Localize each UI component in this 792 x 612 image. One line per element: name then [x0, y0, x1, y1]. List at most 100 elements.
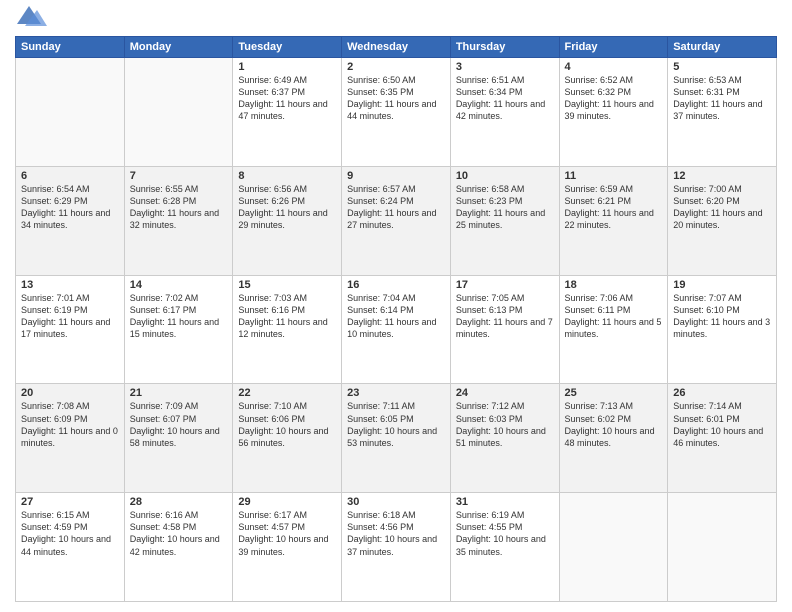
day-cell: 22Sunrise: 7:10 AM Sunset: 6:06 PM Dayli…	[233, 384, 342, 493]
calendar-table: SundayMondayTuesdayWednesdayThursdayFrid…	[15, 36, 777, 602]
day-cell: 11Sunrise: 6:59 AM Sunset: 6:21 PM Dayli…	[559, 166, 668, 275]
day-cell: 31Sunrise: 6:19 AM Sunset: 4:55 PM Dayli…	[450, 493, 559, 602]
day-number: 16	[347, 279, 445, 291]
day-number: 19	[673, 279, 771, 291]
day-info: Sunrise: 6:53 AM Sunset: 6:31 PM Dayligh…	[673, 74, 771, 123]
day-info: Sunrise: 7:14 AM Sunset: 6:01 PM Dayligh…	[673, 400, 771, 449]
day-number: 27	[21, 496, 119, 508]
weekday-header-saturday: Saturday	[668, 37, 777, 58]
day-number: 30	[347, 496, 445, 508]
day-cell: 20Sunrise: 7:08 AM Sunset: 6:09 PM Dayli…	[16, 384, 125, 493]
day-cell: 27Sunrise: 6:15 AM Sunset: 4:59 PM Dayli…	[16, 493, 125, 602]
day-info: Sunrise: 6:50 AM Sunset: 6:35 PM Dayligh…	[347, 74, 445, 123]
day-info: Sunrise: 6:57 AM Sunset: 6:24 PM Dayligh…	[347, 183, 445, 232]
day-number: 10	[456, 170, 554, 182]
day-info: Sunrise: 7:02 AM Sunset: 6:17 PM Dayligh…	[130, 292, 228, 341]
day-info: Sunrise: 7:10 AM Sunset: 6:06 PM Dayligh…	[238, 400, 336, 449]
day-cell	[668, 493, 777, 602]
weekday-header-friday: Friday	[559, 37, 668, 58]
day-info: Sunrise: 6:15 AM Sunset: 4:59 PM Dayligh…	[21, 509, 119, 558]
week-row-2: 6Sunrise: 6:54 AM Sunset: 6:29 PM Daylig…	[16, 166, 777, 275]
day-info: Sunrise: 6:58 AM Sunset: 6:23 PM Dayligh…	[456, 183, 554, 232]
day-info: Sunrise: 6:19 AM Sunset: 4:55 PM Dayligh…	[456, 509, 554, 558]
day-number: 11	[565, 170, 663, 182]
day-number: 23	[347, 387, 445, 399]
week-row-1: 1Sunrise: 6:49 AM Sunset: 6:37 PM Daylig…	[16, 58, 777, 167]
day-cell	[124, 58, 233, 167]
day-number: 9	[347, 170, 445, 182]
day-number: 24	[456, 387, 554, 399]
day-info: Sunrise: 6:16 AM Sunset: 4:58 PM Dayligh…	[130, 509, 228, 558]
day-info: Sunrise: 7:06 AM Sunset: 6:11 PM Dayligh…	[565, 292, 663, 341]
day-cell: 8Sunrise: 6:56 AM Sunset: 6:26 PM Daylig…	[233, 166, 342, 275]
day-cell: 18Sunrise: 7:06 AM Sunset: 6:11 PM Dayli…	[559, 275, 668, 384]
day-number: 6	[21, 170, 119, 182]
day-cell: 28Sunrise: 6:16 AM Sunset: 4:58 PM Dayli…	[124, 493, 233, 602]
day-number: 4	[565, 61, 663, 73]
day-number: 31	[456, 496, 554, 508]
day-cell: 7Sunrise: 6:55 AM Sunset: 6:28 PM Daylig…	[124, 166, 233, 275]
day-number: 5	[673, 61, 771, 73]
day-cell: 3Sunrise: 6:51 AM Sunset: 6:34 PM Daylig…	[450, 58, 559, 167]
day-number: 25	[565, 387, 663, 399]
day-info: Sunrise: 7:13 AM Sunset: 6:02 PM Dayligh…	[565, 400, 663, 449]
day-cell: 2Sunrise: 6:50 AM Sunset: 6:35 PM Daylig…	[342, 58, 451, 167]
day-cell	[16, 58, 125, 167]
day-cell: 25Sunrise: 7:13 AM Sunset: 6:02 PM Dayli…	[559, 384, 668, 493]
day-cell: 21Sunrise: 7:09 AM Sunset: 6:07 PM Dayli…	[124, 384, 233, 493]
weekday-header-monday: Monday	[124, 37, 233, 58]
day-number: 28	[130, 496, 228, 508]
day-cell: 16Sunrise: 7:04 AM Sunset: 6:14 PM Dayli…	[342, 275, 451, 384]
day-number: 29	[238, 496, 336, 508]
week-row-4: 20Sunrise: 7:08 AM Sunset: 6:09 PM Dayli…	[16, 384, 777, 493]
day-cell: 17Sunrise: 7:05 AM Sunset: 6:13 PM Dayli…	[450, 275, 559, 384]
day-info: Sunrise: 6:52 AM Sunset: 6:32 PM Dayligh…	[565, 74, 663, 123]
day-info: Sunrise: 6:56 AM Sunset: 6:26 PM Dayligh…	[238, 183, 336, 232]
logo	[15, 10, 47, 28]
day-number: 13	[21, 279, 119, 291]
logo-icon	[17, 6, 47, 28]
day-info: Sunrise: 6:55 AM Sunset: 6:28 PM Dayligh…	[130, 183, 228, 232]
day-number: 12	[673, 170, 771, 182]
weekday-header-thursday: Thursday	[450, 37, 559, 58]
day-cell: 30Sunrise: 6:18 AM Sunset: 4:56 PM Dayli…	[342, 493, 451, 602]
header	[15, 10, 777, 28]
week-row-5: 27Sunrise: 6:15 AM Sunset: 4:59 PM Dayli…	[16, 493, 777, 602]
day-number: 7	[130, 170, 228, 182]
weekday-header-sunday: Sunday	[16, 37, 125, 58]
day-info: Sunrise: 6:51 AM Sunset: 6:34 PM Dayligh…	[456, 74, 554, 123]
day-number: 18	[565, 279, 663, 291]
day-number: 21	[130, 387, 228, 399]
day-info: Sunrise: 7:08 AM Sunset: 6:09 PM Dayligh…	[21, 400, 119, 449]
day-info: Sunrise: 6:18 AM Sunset: 4:56 PM Dayligh…	[347, 509, 445, 558]
weekday-header-wednesday: Wednesday	[342, 37, 451, 58]
day-number: 22	[238, 387, 336, 399]
day-number: 17	[456, 279, 554, 291]
day-cell: 9Sunrise: 6:57 AM Sunset: 6:24 PM Daylig…	[342, 166, 451, 275]
day-cell: 23Sunrise: 7:11 AM Sunset: 6:05 PM Dayli…	[342, 384, 451, 493]
day-number: 3	[456, 61, 554, 73]
weekday-header-row: SundayMondayTuesdayWednesdayThursdayFrid…	[16, 37, 777, 58]
day-cell: 4Sunrise: 6:52 AM Sunset: 6:32 PM Daylig…	[559, 58, 668, 167]
day-info: Sunrise: 7:05 AM Sunset: 6:13 PM Dayligh…	[456, 292, 554, 341]
day-number: 26	[673, 387, 771, 399]
day-cell	[559, 493, 668, 602]
weekday-header-tuesday: Tuesday	[233, 37, 342, 58]
day-cell: 15Sunrise: 7:03 AM Sunset: 6:16 PM Dayli…	[233, 275, 342, 384]
week-row-3: 13Sunrise: 7:01 AM Sunset: 6:19 PM Dayli…	[16, 275, 777, 384]
day-number: 14	[130, 279, 228, 291]
day-info: Sunrise: 6:49 AM Sunset: 6:37 PM Dayligh…	[238, 74, 336, 123]
day-info: Sunrise: 7:12 AM Sunset: 6:03 PM Dayligh…	[456, 400, 554, 449]
day-cell: 29Sunrise: 6:17 AM Sunset: 4:57 PM Dayli…	[233, 493, 342, 602]
day-info: Sunrise: 7:03 AM Sunset: 6:16 PM Dayligh…	[238, 292, 336, 341]
day-cell: 14Sunrise: 7:02 AM Sunset: 6:17 PM Dayli…	[124, 275, 233, 384]
day-info: Sunrise: 7:09 AM Sunset: 6:07 PM Dayligh…	[130, 400, 228, 449]
day-info: Sunrise: 6:17 AM Sunset: 4:57 PM Dayligh…	[238, 509, 336, 558]
day-number: 2	[347, 61, 445, 73]
day-info: Sunrise: 7:01 AM Sunset: 6:19 PM Dayligh…	[21, 292, 119, 341]
day-info: Sunrise: 7:11 AM Sunset: 6:05 PM Dayligh…	[347, 400, 445, 449]
day-cell: 10Sunrise: 6:58 AM Sunset: 6:23 PM Dayli…	[450, 166, 559, 275]
day-info: Sunrise: 6:59 AM Sunset: 6:21 PM Dayligh…	[565, 183, 663, 232]
day-number: 1	[238, 61, 336, 73]
day-info: Sunrise: 7:04 AM Sunset: 6:14 PM Dayligh…	[347, 292, 445, 341]
